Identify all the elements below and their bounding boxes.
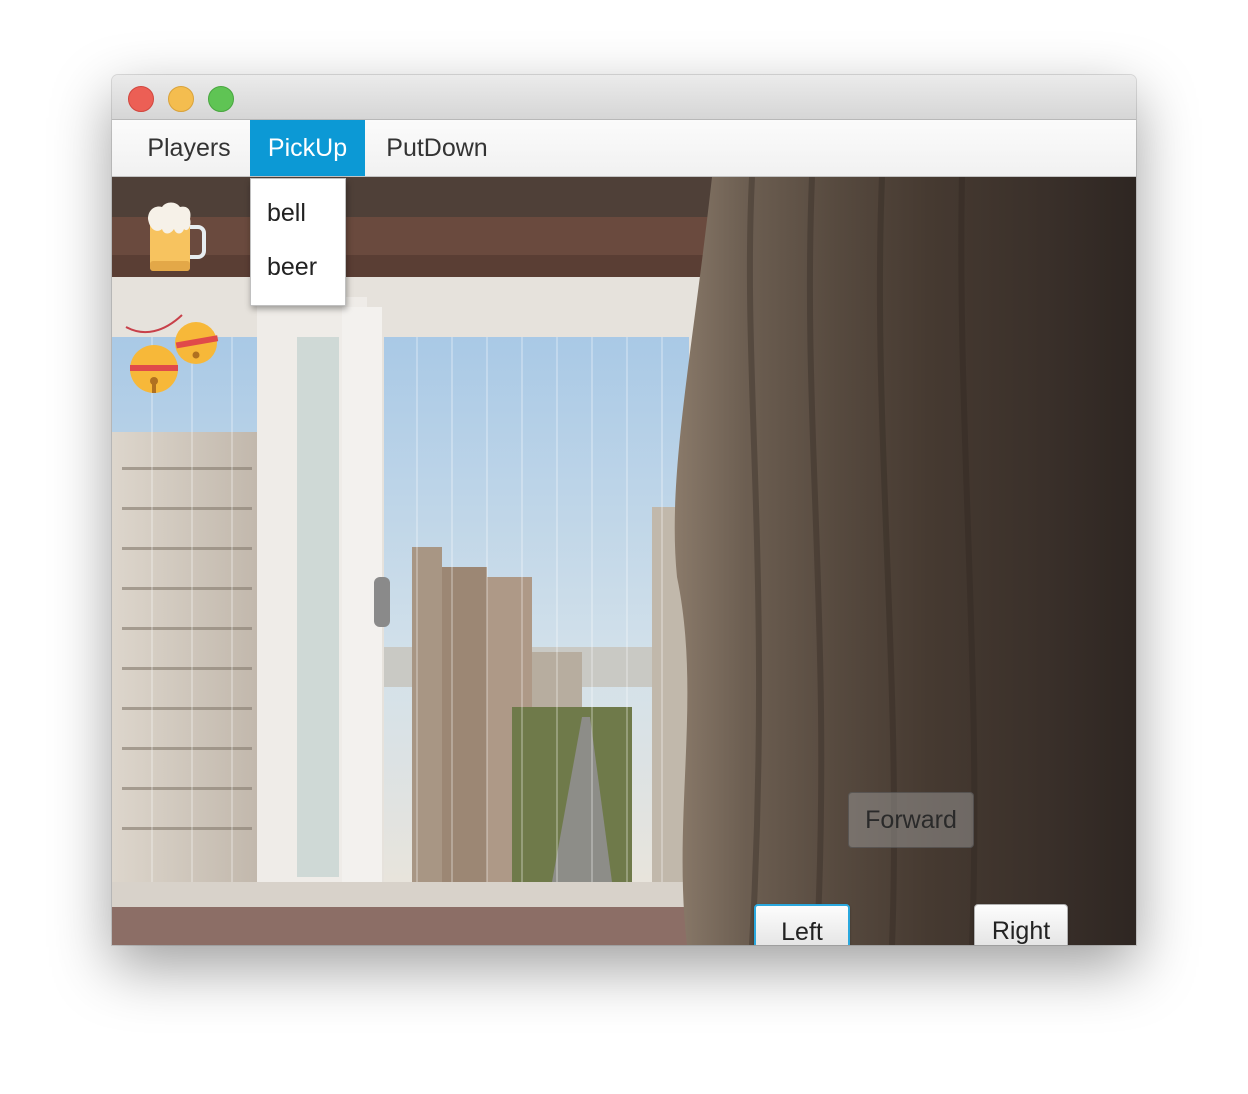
left-button[interactable]: Left <box>754 904 850 945</box>
menu-pickup[interactable]: PickUp <box>250 120 365 176</box>
menu-bar: Players PickUp PutDown <box>112 120 1136 177</box>
app-window: Players PickUp PutDown Forward Left Righ… <box>112 75 1136 945</box>
bells-icon[interactable] <box>124 307 224 397</box>
menu-players[interactable]: Players <box>130 120 248 176</box>
pickup-option-beer[interactable]: beer <box>267 253 317 282</box>
menu-putdown[interactable]: PutDown <box>369 120 505 176</box>
maximize-window-button[interactable] <box>208 86 234 112</box>
close-window-button[interactable] <box>128 86 154 112</box>
minimize-window-button[interactable] <box>168 86 194 112</box>
beer-mug-icon[interactable] <box>146 201 206 273</box>
right-button[interactable]: Right <box>974 904 1068 945</box>
pickup-dropdown: bell beer <box>250 178 346 306</box>
pickup-option-bell[interactable]: bell <box>267 199 306 228</box>
title-bar <box>112 75 1136 120</box>
forward-button[interactable]: Forward <box>848 792 974 848</box>
